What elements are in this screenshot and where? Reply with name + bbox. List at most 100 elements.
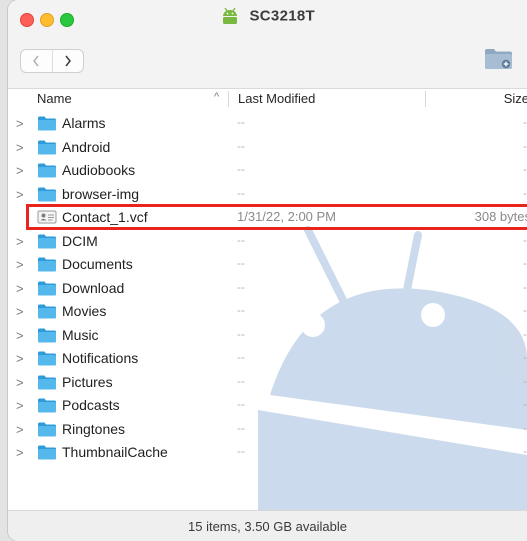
folder-row[interactable]: > browser-img -- -- — [8, 183, 527, 207]
title-bar: SC3218T — [8, 0, 527, 89]
item-last-modified: -- — [237, 373, 245, 388]
column-divider[interactable] — [228, 91, 229, 107]
file-row[interactable]: Contact_1.vcf 1/31/22, 2:00 PM 308 bytes — [8, 206, 527, 230]
forward-button[interactable] — [51, 50, 84, 72]
item-size: -- — [523, 138, 527, 153]
folder-row[interactable]: > Pictures -- -- — [8, 371, 527, 395]
item-name: ThumbnailCache — [62, 444, 168, 460]
item-size: -- — [523, 162, 527, 176]
folder-row[interactable]: > Download -- -- — [8, 277, 527, 301]
disclosure-chevron-icon[interactable]: > — [16, 304, 24, 319]
item-last-modified: -- — [237, 350, 245, 364]
folder-row[interactable]: > DCIM -- -- — [8, 230, 527, 254]
folder-icon — [38, 116, 56, 131]
folder-icon — [38, 234, 56, 248]
file-transfer-window: SC3218T Name ^ Last Modified Size > Alar… — [8, 0, 527, 541]
folder-row[interactable]: > Alarms -- -- — [8, 112, 527, 136]
item-last-modified: -- — [237, 303, 245, 317]
item-name: browser-img — [62, 185, 140, 202]
folder-row[interactable]: > Audiobooks -- -- — [8, 159, 527, 183]
folder-icon — [38, 187, 56, 201]
folder-row[interactable]: > ThumbnailCache -- -- — [8, 441, 527, 465]
disclosure-chevron-icon[interactable]: > — [16, 187, 24, 202]
item-name: Documents — [62, 256, 133, 272]
new-folder-button[interactable] — [484, 46, 514, 75]
item-size: -- — [523, 420, 527, 435]
window-title-group: SC3218T — [8, 7, 527, 25]
disclosure-chevron-icon[interactable]: > — [16, 234, 24, 249]
disclosure-chevron-icon[interactable]: > — [16, 116, 24, 131]
disclosure-chevron-icon[interactable]: > — [16, 445, 24, 460]
item-name: Contact_1.vcf — [62, 209, 148, 225]
item-name: Download — [62, 279, 125, 296]
folder-row[interactable]: > Android -- -- — [8, 136, 527, 160]
folder-row[interactable]: > Notifications -- -- — [8, 347, 527, 371]
item-size: -- — [523, 185, 527, 200]
disclosure-chevron-icon[interactable]: > — [16, 140, 24, 155]
folder-icon — [38, 422, 56, 436]
item-last-modified: -- — [237, 138, 245, 153]
size-column-header[interactable]: Size — [504, 91, 527, 106]
column-divider[interactable] — [425, 91, 426, 107]
item-last-modified: -- — [237, 162, 245, 176]
item-name: Ringtones — [62, 420, 126, 437]
folder-icon — [38, 163, 56, 178]
sort-ascending-icon[interactable]: ^ — [214, 91, 219, 103]
disclosure-chevron-icon[interactable]: > — [16, 281, 24, 296]
item-size: -- — [523, 303, 527, 317]
disclosure-chevron-icon[interactable]: > — [16, 351, 24, 366]
item-last-modified: -- — [237, 256, 245, 270]
disclosure-chevron-icon[interactable]: > — [16, 328, 24, 343]
item-size: -- — [523, 373, 527, 388]
item-name: Notifications — [62, 350, 139, 366]
folder-icon — [38, 375, 56, 389]
item-last-modified: -- — [237, 420, 245, 435]
item-size: -- — [523, 326, 527, 341]
folder-row[interactable]: > Movies -- -- — [8, 300, 527, 324]
item-size: -- — [523, 256, 527, 270]
chevron-left-icon — [33, 55, 39, 67]
disclosure-chevron-icon[interactable]: > — [16, 375, 24, 390]
item-size: -- — [523, 397, 527, 411]
chevron-right-icon — [65, 55, 71, 67]
folder-icon — [38, 257, 56, 272]
disclosure-chevron-icon[interactable]: > — [16, 163, 24, 178]
last-modified-column-header[interactable]: Last Modified — [238, 91, 315, 106]
name-column-header[interactable]: Name — [37, 91, 72, 106]
column-header: Name ^ Last Modified Size — [8, 88, 527, 110]
item-last-modified: -- — [237, 397, 245, 411]
folder-row[interactable]: > Documents -- -- — [8, 253, 527, 277]
item-size: 308 bytes — [474, 209, 527, 224]
file-list: > Alarms -- -- > Android -- -- > Audiobooks -- -- > b… — [8, 112, 527, 465]
item-size: -- — [523, 350, 527, 364]
folder-icon — [38, 328, 56, 342]
window-title: SC3218T — [249, 7, 315, 25]
disclosure-chevron-icon[interactable]: > — [16, 398, 24, 413]
item-name: Movies — [62, 303, 107, 319]
item-last-modified: -- — [237, 326, 245, 341]
item-last-modified: -- — [237, 444, 245, 458]
folder-row[interactable]: > Ringtones -- -- — [8, 418, 527, 442]
item-last-modified: -- — [237, 279, 245, 294]
item-name: Audiobooks — [62, 162, 136, 178]
folder-icon — [38, 304, 56, 319]
folder-row[interactable]: > Podcasts -- -- — [8, 394, 527, 418]
folder-icon — [38, 351, 56, 366]
vcard-file-icon — [37, 210, 57, 224]
item-last-modified: -- — [237, 115, 245, 129]
back-button[interactable] — [21, 50, 52, 72]
item-name: Music — [62, 326, 99, 343]
disclosure-chevron-icon[interactable]: > — [16, 257, 24, 272]
folder-icon — [38, 398, 56, 413]
item-last-modified: 1/31/22, 2:00 PM — [237, 209, 337, 224]
item-name: Podcasts — [62, 397, 120, 413]
folder-row[interactable]: > Music -- -- — [8, 324, 527, 348]
item-last-modified: -- — [237, 185, 245, 200]
back-forward-control — [20, 49, 84, 73]
status-text: 15 items, 3.50 GB available — [188, 519, 347, 534]
item-name: Alarms — [62, 115, 106, 131]
disclosure-chevron-icon[interactable]: > — [16, 422, 24, 437]
folder-icon — [38, 281, 56, 295]
item-name: Pictures — [62, 373, 113, 390]
item-size: -- — [523, 444, 527, 458]
